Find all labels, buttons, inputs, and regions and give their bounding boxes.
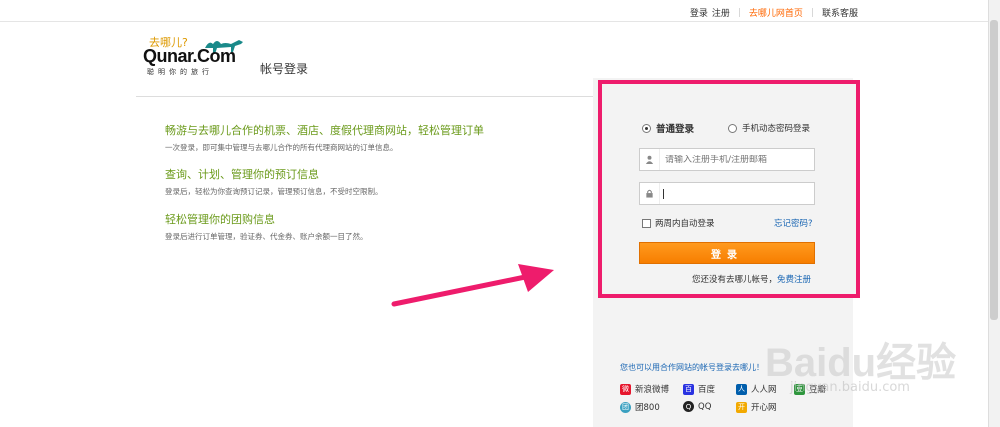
weibo-icon: 微: [620, 383, 631, 395]
normal-login-option[interactable]: 普通登录: [642, 121, 694, 135]
header-divider: [136, 96, 600, 97]
login-button[interactable]: 登录: [639, 242, 815, 264]
scrollbar-thumb[interactable]: [990, 20, 998, 320]
feature-item: 查询、计划、管理你的预订信息 登录后，轻松为你查询预订记录，管理预订信息，不受时…: [165, 166, 383, 197]
partner-label: QQ: [698, 401, 712, 412]
radio-icon[interactable]: [728, 123, 738, 133]
partner-label: 团800: [635, 403, 660, 413]
kaixin-login[interactable]: 开 开心网: [736, 401, 777, 413]
auto-login-option[interactable]: 两周内自动登录: [642, 217, 715, 229]
page-title: 帐号登录: [260, 62, 309, 76]
top-bar: 登录 注册 | 去哪儿网首页 | 联系客服: [0, 0, 1000, 22]
feature-title: 轻松管理你的团购信息: [165, 213, 275, 226]
nav-divider: |: [810, 7, 814, 18]
username-input[interactable]: [660, 154, 814, 165]
login-form: 普通登录 手机动态密码登录 两周内自动登录 忘记密码? 登录 您还没有去哪儿帐号…: [598, 80, 860, 298]
baidu-icon: 百: [683, 383, 694, 395]
username-field[interactable]: [639, 148, 815, 171]
partner-label: 新浪微博: [635, 385, 670, 395]
watermark-url: jingyan.baidu.com: [790, 380, 910, 395]
feature-desc: 登录后，轻松为你查询预订记录，管理预订信息，不受时空限制。: [165, 187, 383, 196]
weibo-login[interactable]: 微 新浪微博: [620, 383, 669, 395]
kaixin-icon: 开: [736, 401, 747, 413]
auto-login-label: 两周内自动登录: [655, 219, 715, 229]
top-login-link[interactable]: 登录: [690, 6, 708, 19]
feature-title: 查询、计划、管理你的预订信息: [165, 168, 319, 181]
normal-login-label: 普通登录: [656, 124, 695, 135]
baidu-login[interactable]: 百 百度: [683, 383, 715, 395]
feature-desc: 登录后进行订单管理，验证券、代金券、账户余额一目了然。: [165, 232, 368, 241]
feature-item: 畅游与去哪儿合作的机票、酒店、度假代理商网站，轻松管理订单 一次登录，即可集中管…: [165, 122, 484, 153]
lock-icon: [640, 183, 660, 204]
logo-en-text: Qunar.Com: [143, 46, 236, 66]
feature-item: 轻松管理你的团购信息 登录后进行订单管理，验证券、代金券、账户余额一目了然。: [165, 211, 368, 242]
logo-slogan: 聪明你的旅行: [147, 68, 213, 76]
page-scrollbar[interactable]: [988, 0, 1000, 427]
nav-divider: |: [737, 7, 741, 18]
register-prompt: 您还没有去哪儿帐号，免费注册: [692, 273, 811, 285]
auto-login-checkbox[interactable]: [642, 218, 651, 228]
radio-selected-icon[interactable]: [642, 123, 651, 133]
qq-icon: Q: [683, 401, 694, 412]
tuan800-login[interactable]: 团 团800: [620, 401, 660, 413]
password-input[interactable]: [663, 188, 814, 199]
feature-title: 畅游与去哪儿合作的机票、酒店、度假代理商网站，轻松管理订单: [165, 124, 484, 137]
top-nav: 登录 注册 | 去哪儿网首页 | 联系客服: [688, 6, 860, 20]
customer-service-link[interactable]: 联系客服: [822, 6, 858, 19]
user-icon: [640, 149, 660, 170]
partner-label: 开心网: [751, 403, 777, 413]
sms-login-label: 手机动态密码登录: [742, 124, 811, 134]
forgot-password-link[interactable]: 忘记密码?: [774, 217, 813, 229]
qq-login[interactable]: Q QQ: [683, 401, 711, 412]
password-field[interactable]: [639, 182, 815, 205]
annotation-arrow: [391, 264, 554, 307]
partner-login-title: 您也可以用合作网站的帐号登录去哪儿！: [620, 363, 764, 372]
home-link[interactable]: 去哪儿网首页: [749, 6, 803, 19]
top-register-link[interactable]: 注册: [712, 6, 730, 19]
login-mode-selector: 普通登录 手机动态密码登录: [642, 121, 810, 135]
feature-desc: 一次登录，即可集中管理与去哪儿合作的所有代理商网站的订单信息。: [165, 143, 398, 152]
no-account-text: 您还没有去哪儿帐号，: [692, 275, 778, 285]
partner-label: 百度: [698, 385, 716, 395]
qunar-logo[interactable]: 去哪儿? Qunar.Com 聪明你的旅行: [143, 34, 253, 78]
free-register-link[interactable]: 免费注册: [777, 275, 811, 285]
renren-icon: 人: [736, 383, 747, 395]
sms-login-option[interactable]: 手机动态密码登录: [728, 122, 810, 134]
tuan800-icon: 团: [620, 401, 631, 413]
